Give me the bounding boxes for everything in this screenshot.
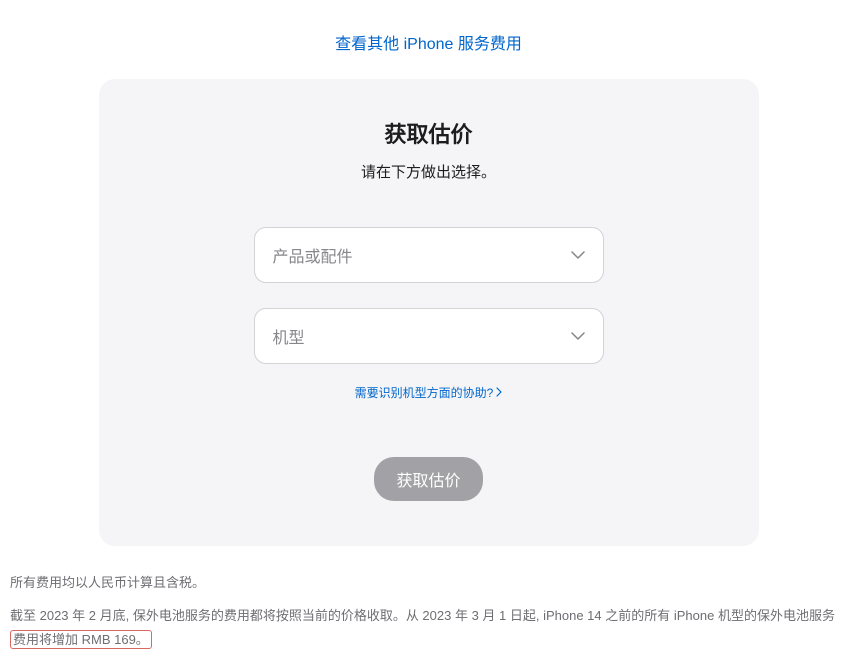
chevron-right-icon — [496, 386, 502, 400]
product-select-wrapper: 产品或配件 — [254, 227, 604, 283]
price-increase-highlight: 费用将增加 RMB 169。 — [10, 630, 152, 649]
product-select-placeholder: 产品或配件 — [273, 243, 353, 267]
get-estimate-button[interactable]: 获取估价 — [374, 457, 482, 501]
top-link-row: 查看其他 iPhone 服务费用 — [0, 0, 857, 79]
footer-line-2: 截至 2023 年 2 月底, 保外电池服务的费用都将按照当前的价格收取。从 2… — [10, 604, 847, 653]
identify-model-help-link[interactable]: 需要识别机型方面的协助? — [355, 384, 503, 401]
footer-text: 所有费用均以人民币计算且含税。 截至 2023 年 2 月底, 保外电池服务的费… — [0, 546, 857, 653]
model-select-wrapper: 机型 — [254, 308, 604, 364]
chevron-down-icon — [571, 327, 585, 345]
other-service-fee-link[interactable]: 查看其他 iPhone 服务费用 — [335, 36, 522, 53]
chevron-down-icon — [571, 246, 585, 264]
model-select-placeholder: 机型 — [273, 324, 305, 348]
help-link-label: 需要识别机型方面的协助? — [355, 384, 494, 401]
footer-line2-part1: 截至 2023 年 2 月底, 保外电池服务的费用都将按照当前的价格收取。从 2… — [10, 608, 835, 623]
card-subtitle: 请在下方做出选择。 — [99, 161, 759, 182]
product-select[interactable]: 产品或配件 — [254, 227, 604, 283]
help-link-row: 需要识别机型方面的协助? — [99, 384, 759, 402]
estimate-card: 获取估价 请在下方做出选择。 产品或配件 机型 需要识别机型方面的协助? — [99, 79, 759, 546]
card-title: 获取估价 — [99, 117, 759, 149]
footer-line-1: 所有费用均以人民币计算且含税。 — [10, 571, 847, 596]
model-select[interactable]: 机型 — [254, 308, 604, 364]
